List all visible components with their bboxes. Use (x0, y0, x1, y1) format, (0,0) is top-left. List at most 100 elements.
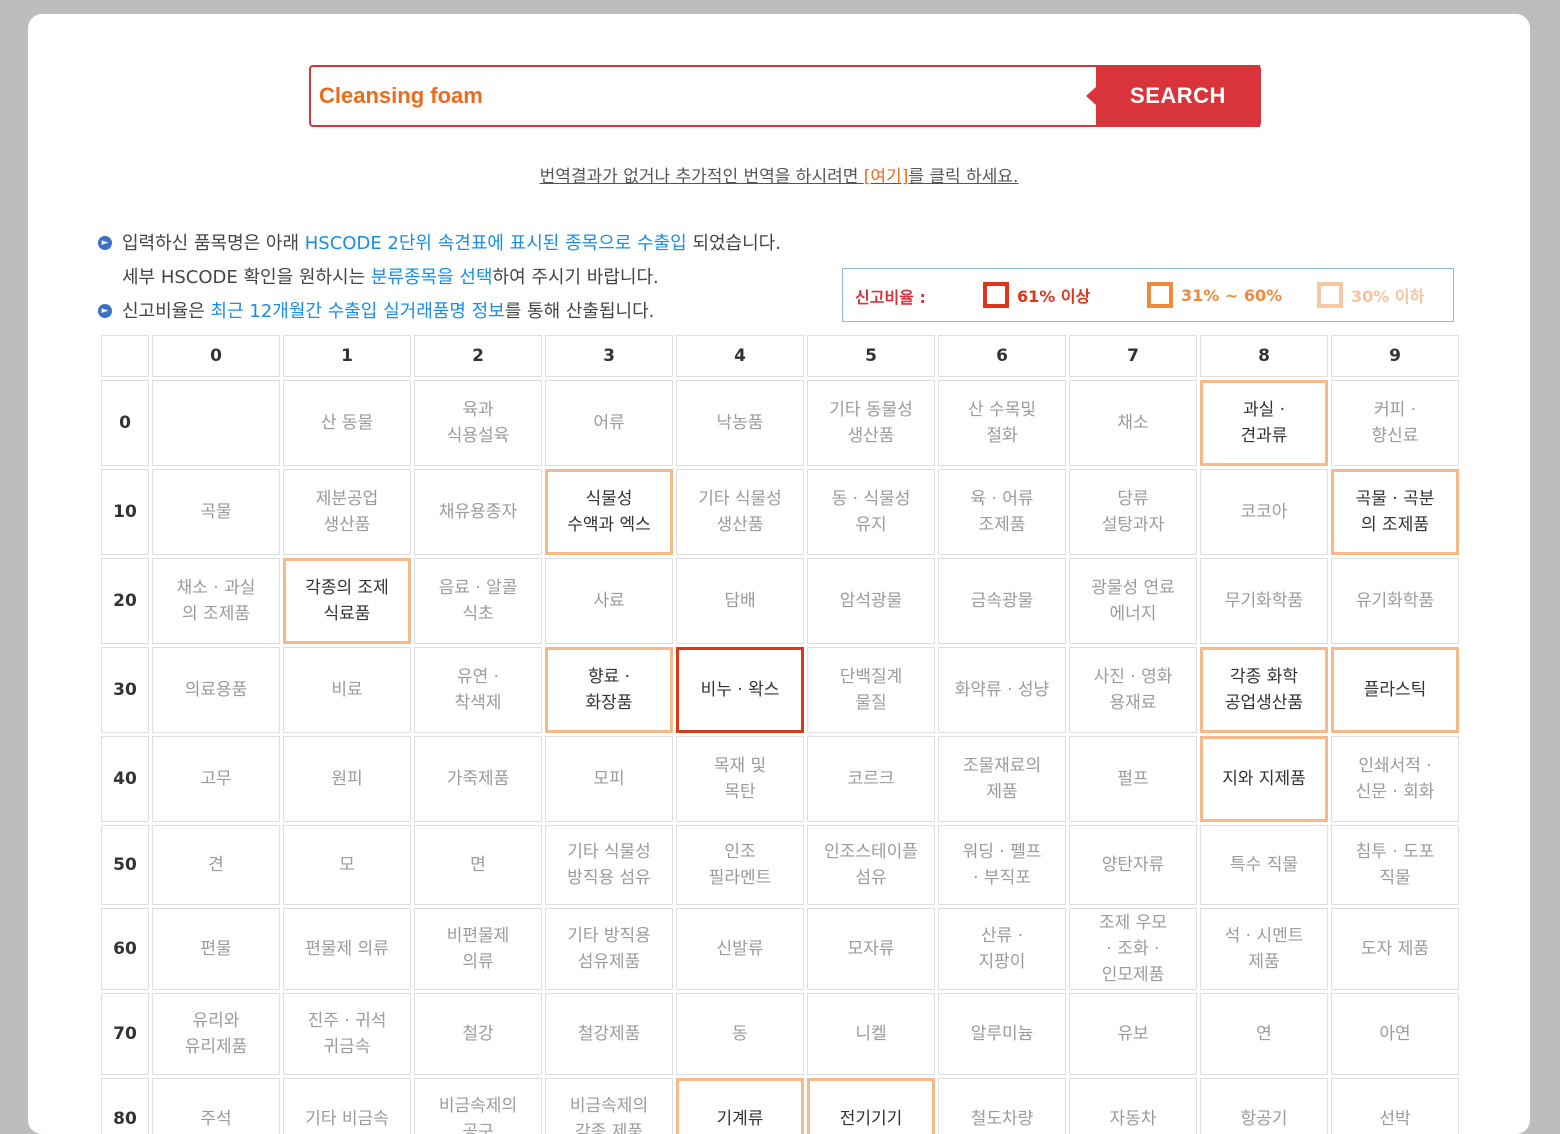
hscode-category-cell[interactable]: 편물 (152, 908, 280, 990)
hscode-category-cell[interactable]: 도자 제품 (1331, 908, 1459, 990)
hscode-category-cell[interactable]: 육과 식용설육 (414, 380, 542, 466)
hscode-category-cell[interactable]: 곡물 (152, 469, 280, 555)
category-label: 유기화학품 (1355, 591, 1435, 611)
hscode-category-cell[interactable]: 펄프 (1069, 736, 1197, 822)
hscode-category-cell[interactable]: 면 (414, 825, 542, 905)
hscode-category-cell[interactable]: 음료 · 알콜 식초 (414, 558, 542, 644)
grid-row: 60 편물 편물제 의류 비편물제 의류 기타 방직용 섬유제품 신발류 모자류 산류 · 지… (101, 908, 1459, 990)
hscode-category-cell[interactable]: 철강제품 (545, 993, 673, 1075)
hscode-category-cell[interactable]: 유연 · 착색제 (414, 647, 542, 733)
hscode-category-cell[interactable]: 견 (152, 825, 280, 905)
hscode-category-cell[interactable]: 곡물 · 곡분 의 조제품 (1331, 469, 1459, 555)
hscode-category-cell[interactable]: 암석광물 (807, 558, 935, 644)
hscode-category-cell[interactable]: 기타 방직용 섬유제품 (545, 908, 673, 990)
hscode-category-cell[interactable]: 전기기기 (807, 1078, 935, 1134)
hscode-category-cell[interactable]: 동 (676, 993, 804, 1075)
hscode-category-cell[interactable]: 조제 우모 · 조화 · 인모제품 (1069, 908, 1197, 990)
hscode-category-cell[interactable]: 철도차량 (938, 1078, 1066, 1134)
category-label: 침투 · 도포 직물 (1355, 842, 1435, 888)
hscode-category-cell[interactable]: 코코아 (1200, 469, 1328, 555)
hscode-category-cell[interactable]: 목재 및 목탄 (676, 736, 804, 822)
hscode-category-cell[interactable]: 식물성 수액과 엑스 (545, 469, 673, 555)
hscode-category-cell[interactable]: 플라스틱 (1331, 647, 1459, 733)
hscode-category-cell[interactable]: 산 동물 (283, 380, 411, 466)
hscode-category-cell[interactable]: 신발류 (676, 908, 804, 990)
hscode-category-cell[interactable]: 기타 식물성 방직용 섬유 (545, 825, 673, 905)
row-header: 50 (101, 825, 149, 905)
category-label: 동 · 식물성 유지 (831, 489, 911, 535)
hscode-category-cell[interactable]: 커피 · 향신료 (1331, 380, 1459, 466)
hscode-category-cell[interactable]: 비금속제의 공구 (414, 1078, 542, 1134)
hscode-category-cell[interactable]: 석 · 시멘트 제품 (1200, 908, 1328, 990)
hscode-category-cell[interactable]: 워딩 · 펠프 · 부직포 (938, 825, 1066, 905)
hscode-category-cell[interactable]: 철강 (414, 993, 542, 1075)
hscode-category-cell[interactable]: 주석 (152, 1078, 280, 1134)
hscode-category-cell[interactable]: 광물성 연료 에너지 (1069, 558, 1197, 644)
hscode-category-cell[interactable]: 단백질계 물질 (807, 647, 935, 733)
hscode-category-cell[interactable]: 자동차 (1069, 1078, 1197, 1134)
hscode-category-cell[interactable]: 모 (283, 825, 411, 905)
hscode-category-cell[interactable]: 가죽제품 (414, 736, 542, 822)
hscode-category-cell[interactable]: 코르크 (807, 736, 935, 822)
search-button[interactable]: SEARCH (1086, 65, 1260, 127)
hscode-category-cell[interactable]: 편물제 의류 (283, 908, 411, 990)
hscode-category-cell[interactable]: 조물재료의 제품 (938, 736, 1066, 822)
hscode-category-cell[interactable]: 담배 (676, 558, 804, 644)
hscode-category-cell[interactable]: 인조스테이플 섬유 (807, 825, 935, 905)
hscode-category-cell[interactable]: 향료 · 화장품 (545, 647, 673, 733)
hscode-category-cell[interactable]: 아연 (1331, 993, 1459, 1075)
hscode-category-cell[interactable]: 동 · 식물성 유지 (807, 469, 935, 555)
hscode-category-cell[interactable]: 당류 설탕과자 (1069, 469, 1197, 555)
hscode-category-cell[interactable]: 항공기 (1200, 1078, 1328, 1134)
hscode-category-cell[interactable]: 기타 비금속 (283, 1078, 411, 1134)
hscode-category-cell[interactable]: 니켈 (807, 993, 935, 1075)
hscode-category-cell[interactable]: 원피 (283, 736, 411, 822)
hscode-category-cell[interactable]: 비금속제의 각종 제품 (545, 1078, 673, 1134)
hscode-category-cell[interactable]: 어류 (545, 380, 673, 466)
hscode-category-cell[interactable]: 과실 · 견과류 (1200, 380, 1328, 466)
hscode-category-cell[interactable]: 유리와 유리제품 (152, 993, 280, 1075)
hscode-category-cell[interactable]: 양탄자류 (1069, 825, 1197, 905)
hscode-category-cell[interactable]: 알루미늄 (938, 993, 1066, 1075)
hscode-category-cell[interactable]: 각종의 조제 식료품 (283, 558, 411, 644)
hscode-category-cell[interactable]: 비료 (283, 647, 411, 733)
hscode-category-cell[interactable]: 각종 화학 공업생산품 (1200, 647, 1328, 733)
hscode-category-cell[interactable]: 의료용품 (152, 647, 280, 733)
hscode-category-cell[interactable]: 제분공업 생산품 (283, 469, 411, 555)
hscode-category-cell[interactable]: 채소 (1069, 380, 1197, 466)
hscode-category-cell[interactable]: 비편물제 의류 (414, 908, 542, 990)
hscode-category-cell[interactable]: 사진 · 영화 용재료 (1069, 647, 1197, 733)
hscode-category-cell[interactable]: 모자류 (807, 908, 935, 990)
hscode-category-cell[interactable]: 인조 필라멘트 (676, 825, 804, 905)
search-input[interactable] (311, 67, 1091, 125)
hscode-category-cell[interactable]: 기타 동물성 생산품 (807, 380, 935, 466)
hscode-category-cell[interactable]: 유기화학품 (1331, 558, 1459, 644)
hscode-category-cell[interactable]: 연 (1200, 993, 1328, 1075)
hscode-category-cell[interactable]: 채소 · 과실 의 조제품 (152, 558, 280, 644)
hscode-category-cell[interactable]: 사료 (545, 558, 673, 644)
hscode-category-cell[interactable]: 무기화학품 (1200, 558, 1328, 644)
hscode-category-cell[interactable]: 침투 · 도포 직물 (1331, 825, 1459, 905)
hscode-category-cell[interactable]: 낙농품 (676, 380, 804, 466)
hscode-category-cell[interactable]: 비누 · 왁스 (676, 647, 804, 733)
hscode-category-cell[interactable]: 선박 (1331, 1078, 1459, 1134)
hscode-category-cell[interactable]: 고무 (152, 736, 280, 822)
hscode-category-cell[interactable]: 유보 (1069, 993, 1197, 1075)
hscode-category-cell[interactable]: 채유용종자 (414, 469, 542, 555)
category-label: 신발류 (716, 939, 764, 959)
hscode-category-cell[interactable]: 기타 식물성 생산품 (676, 469, 804, 555)
hscode-category-cell[interactable]: 기계류 (676, 1078, 804, 1134)
hscode-category-cell[interactable]: 금속광물 (938, 558, 1066, 644)
translate-here-link[interactable]: [여기] (864, 167, 909, 187)
category-label: 단백질계 물질 (839, 667, 903, 713)
hscode-category-cell[interactable]: 특수 직물 (1200, 825, 1328, 905)
hscode-category-cell[interactable]: 모피 (545, 736, 673, 822)
hscode-category-cell[interactable]: 화약류 · 성냥 (938, 647, 1066, 733)
hscode-category-cell[interactable]: 인쇄서적 · 신문 · 회화 (1331, 736, 1459, 822)
hscode-category-cell[interactable]: 진주 · 귀석 귀금속 (283, 993, 411, 1075)
hscode-category-cell[interactable]: 산류 · 지팡이 (938, 908, 1066, 990)
hscode-category-cell[interactable]: 산 수목및 절화 (938, 380, 1066, 466)
category-label: 조제 우모 · 조화 · 인모제품 (1099, 913, 1167, 985)
hscode-category-cell[interactable]: 지와 지제품 (1200, 736, 1328, 822)
hscode-category-cell[interactable]: 육 · 어류 조제품 (938, 469, 1066, 555)
